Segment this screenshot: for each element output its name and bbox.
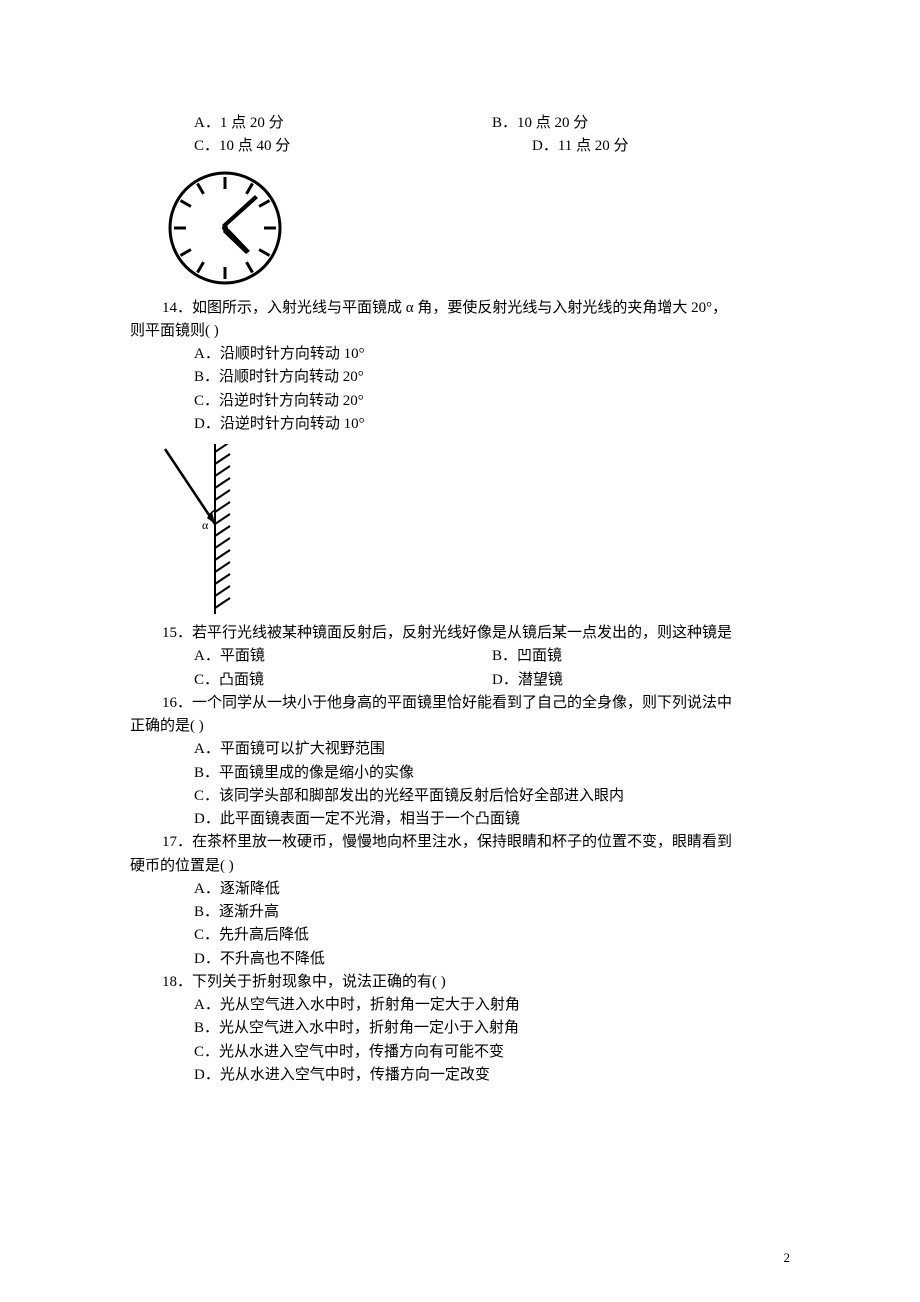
q14-stem-line1: 14．如图所示，入射光线与平面镜成 α 角，要使反射光线与入射光线的夹角增大 2… [130,297,790,320]
q13-option-d: D．11 点 20 分 [452,135,790,158]
q13-option-c: C．10 点 40 分 [130,135,452,158]
q14-option-b: B．沿顺时针方向转动 20° [130,366,790,389]
q16-stem-line1: 16．一个同学从一块小于他身高的平面镜里恰好能看到了自己的全身像，则下列说法中 [130,692,790,715]
q15-option-d: D．潜望镜 [492,669,790,692]
q17-option-b: B．逐渐升高 [130,901,790,924]
q18-option-a: A．光从空气进入水中时，折射角一定大于入射角 [130,994,790,1017]
q18-option-d: D．光从水进入空气中时，传播方向一定改变 [130,1064,790,1087]
q18-option-c: C．光从水进入空气中时，传播方向有可能不变 [130,1041,790,1064]
q13-options-row2: C．10 点 40 分 D．11 点 20 分 [130,135,790,158]
q13-option-b: B．10 点 20 分 [492,112,790,135]
q16-stem-line2: 正确的是( ) [130,715,790,738]
q17-stem-line1: 17．在茶杯里放一枚硬币，慢慢地向杯里注水，保持眼睛和杯子的位置不变，眼睛看到 [130,831,790,854]
q14-option-c: C．沿逆时针方向转动 20° [130,390,790,413]
q14-option-d: D．沿逆时针方向转动 10° [130,413,790,436]
q15-option-c: C．凸面镜 [130,669,492,692]
q15-option-b: B．凹面镜 [492,645,790,668]
q17-option-c: C．先升高后降低 [130,924,790,947]
exam-page: A．1 点 20 分 B．10 点 20 分 C．10 点 40 分 D．11 … [0,0,920,1302]
q17-option-a: A．逐渐降低 [130,878,790,901]
mirror-ray-figure-icon: α [160,444,270,614]
q15-stem: 15．若平行光线被某种镜面反射后，反射光线好像是从镜后某一点发出的，则这种镜是 [130,622,790,645]
q16-option-d: D．此平面镜表面一定不光滑，相当于一个凸面镜 [130,808,790,831]
q17-option-d: D．不升高也不降低 [130,948,790,971]
q16-option-a: A．平面镜可以扩大视野范围 [130,738,790,761]
svg-text:α: α [202,518,209,532]
q16-option-c: C．该同学头部和脚部发出的光经平面镜反射后恰好全部进入眼内 [130,785,790,808]
q15-option-a: A．平面镜 [130,645,492,668]
q13-option-a: A．1 点 20 分 [130,112,492,135]
q16-option-b: B．平面镜里成的像是缩小的实像 [130,762,790,785]
q13-options-row1: A．1 点 20 分 B．10 点 20 分 [130,112,790,135]
q18-option-b: B．光从空气进入水中时，折射角一定小于入射角 [130,1017,790,1040]
q15-options-row1: A．平面镜 B．凹面镜 [130,645,790,668]
q14-option-a: A．沿顺时针方向转动 10° [130,343,790,366]
q14-stem-line2: 则平面镜则( ) [130,320,790,343]
clock-figure-icon [160,163,290,293]
page-number: 2 [784,1248,791,1268]
q15-options-row2: C．凸面镜 D．潜望镜 [130,669,790,692]
q17-stem-line2: 硬币的位置是( ) [130,855,790,878]
q18-stem: 18．下列关于折射现象中，说法正确的有( ) [130,971,790,994]
